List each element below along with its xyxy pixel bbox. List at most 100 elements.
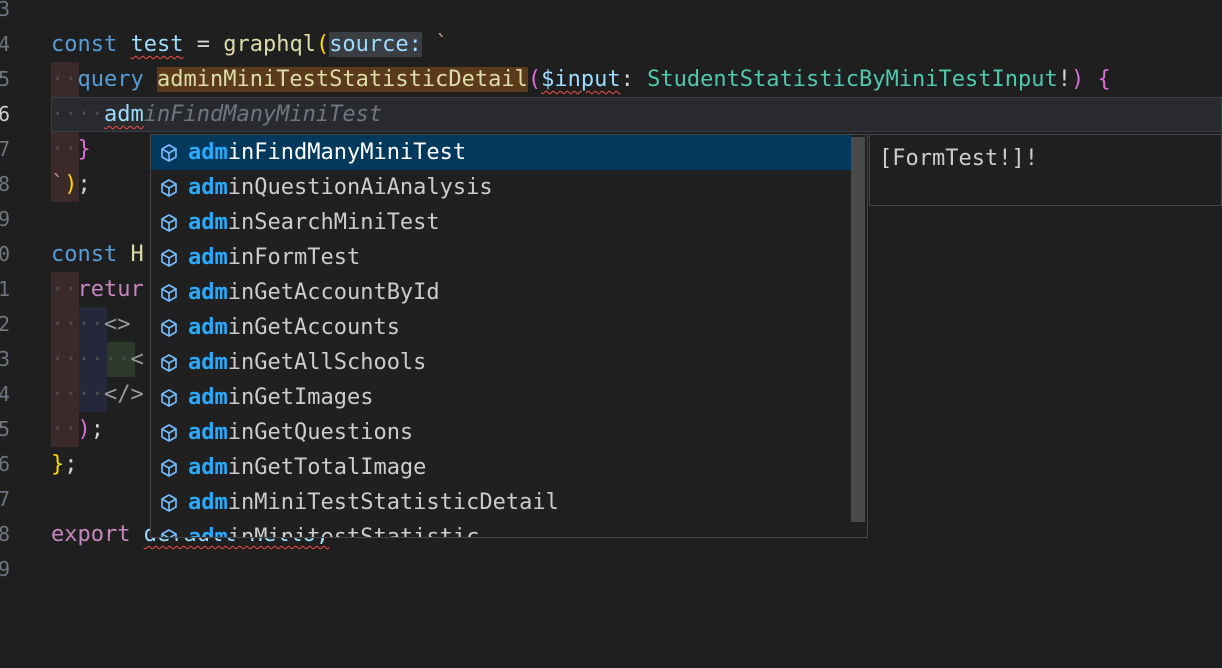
suggest-item-rest: inSearchMiniTest (227, 210, 440, 235)
symbol-field-cube-icon (161, 459, 177, 477)
code-line[interactable]: ··retur (51, 272, 144, 307)
line-number: 6 (0, 452, 10, 476)
code-line[interactable]: }; (51, 447, 78, 482)
bracket: ( (315, 32, 330, 57)
line-number: 3 (0, 347, 10, 371)
param-hint: source: (329, 32, 422, 57)
suggest-item[interactable]: adminGetAccounts (151, 310, 851, 345)
suggest-item-label: adminFindManyMiniTest (188, 135, 466, 170)
indent-dots: ···· (51, 102, 104, 127)
suggest-item[interactable]: adminQuestionAiAnalysis (151, 170, 851, 205)
suggest-item-label: adminMiniTestStatisticDetail (188, 485, 559, 520)
line-number: 8 (0, 522, 10, 546)
suggest-item[interactable]: adminGetImages (151, 380, 851, 415)
symbol-field-cube-icon (161, 529, 177, 537)
match-prefix: adm (188, 315, 228, 340)
line-number: 5 (0, 67, 10, 91)
code-line[interactable]: const test = graphql(source: ` (51, 27, 448, 62)
keyword: export (51, 522, 131, 547)
suggest-item-rest: inGetImages (227, 385, 374, 410)
suggest-item[interactable]: adminGetAllSchools (151, 345, 851, 380)
semicolon: ; (90, 417, 104, 442)
suggest-item-rest: inFindManyMiniTest (227, 140, 467, 165)
suggest-item-rest: inGetQuestions (227, 420, 414, 445)
code-line[interactable]: const H (51, 237, 144, 272)
template-tick: ` (435, 32, 449, 57)
ghost-completion: inFindManyMiniTest (143, 102, 383, 127)
colon: : (620, 67, 634, 92)
suggest-item[interactable]: adminSearchMiniTest (151, 205, 851, 240)
template-tick: ` (51, 172, 65, 197)
suggest-details-type: [FormTest!]! (879, 146, 1038, 171)
suggest-item-label: adminQuestionAiAnalysis (188, 170, 493, 205)
bracket: ) (77, 417, 91, 442)
suggest-item-rest: inQuestionAiAnalysis (227, 175, 493, 200)
suggest-item-label: adminGetTotalImage (188, 450, 426, 485)
suggest-item[interactable]: adminGetTotalImage (151, 450, 851, 485)
symbol-field-cube-icon (161, 144, 177, 162)
bracket: ( (527, 67, 542, 92)
code-line[interactable]: ··); (51, 412, 104, 447)
line-number: 4 (0, 382, 10, 406)
indent-dots: ·· (51, 67, 78, 92)
line-number: 1 (0, 277, 10, 301)
keyword: retur (77, 277, 144, 302)
bracket: ) (1070, 67, 1085, 92)
code-line[interactable]: ······< (51, 342, 144, 377)
match-prefix: adm (188, 210, 228, 235)
suggest-item-label: adminGetAllSchools (188, 345, 426, 380)
suggest-item-label: adminGetQuestions (188, 415, 413, 450)
symbol-field-cube-icon (161, 284, 177, 302)
brace: } (51, 452, 65, 477)
keyword: query (77, 67, 144, 92)
match-prefix: adm (188, 385, 228, 410)
suggest-item[interactable]: adminMiniTestStatisticDetail (151, 485, 851, 520)
line-number: 2 (0, 312, 10, 336)
line-number: 3 (0, 0, 10, 21)
indent-dots: ···· (51, 382, 104, 407)
indent-dots: ·· (51, 277, 78, 302)
match-prefix: adm (188, 245, 228, 270)
indent-dots: ·· (51, 137, 78, 162)
operator: = (196, 32, 210, 57)
suggest-item-rest: inGetAccounts (227, 315, 400, 340)
code-line[interactable]: ··} (51, 132, 91, 167)
suggest-item[interactable]: adminFormTest (151, 240, 851, 275)
autocomplete-suggest-widget[interactable]: adminFindManyMiniTest adminQuestionAiAna… (150, 134, 868, 538)
symbol-field-cube-icon (161, 494, 177, 512)
semicolon: ; (64, 452, 78, 477)
keyword: const (51, 32, 118, 57)
code-line[interactable]: ····<> (51, 307, 130, 342)
line-number: 7 (0, 137, 10, 161)
code-line[interactable]: `); (51, 167, 91, 202)
keyword: const (51, 242, 118, 267)
line-number: 0 (0, 242, 10, 266)
code-line-active[interactable]: ····adminFindManyMiniTest (51, 97, 382, 132)
suggest-item[interactable]: adminGetAccountById (151, 275, 851, 310)
symbol-field-cube-icon (161, 179, 177, 197)
code-line[interactable]: ··query adminMiniTestStatisticDetail($in… (51, 62, 1111, 97)
suggest-item[interactable]: adminFindManyMiniTest (151, 135, 851, 170)
suggest-item-label: adminMinitestStatistic (188, 520, 480, 538)
suggest-item-label: adminGetAccounts (188, 310, 400, 345)
symbol-field-cube-icon (161, 214, 177, 232)
line-number: 7 (0, 487, 10, 511)
indent-dots: ···· (51, 312, 104, 337)
suggest-scrollbar[interactable] (851, 137, 865, 522)
code-editor[interactable]: 3 4 5 6 7 8 9 0 1 2 3 4 5 6 7 8 9 const … (0, 0, 1222, 668)
semicolon: ; (77, 172, 91, 197)
suggest-item[interactable]: adminGetQuestions (151, 415, 851, 450)
suggest-item-rest: inMiniTestStatisticDetail (227, 490, 559, 515)
suggest-item-rest: inFormTest (227, 245, 361, 270)
symbol-field-cube-icon (161, 249, 177, 267)
suggest-item-rest: inGetAccountById (227, 280, 440, 305)
suggest-item-label: adminSearchMiniTest (188, 205, 440, 240)
suggest-item[interactable]: adminMinitestStatistic (151, 520, 851, 538)
line-number: 9 (0, 557, 10, 581)
suggest-item-rest: inMinitestStatistic (227, 525, 480, 538)
code-line[interactable]: ····</> (51, 377, 144, 412)
line-number-gutter: 3 4 5 6 7 8 9 0 1 2 3 4 5 6 7 8 9 (0, 0, 14, 668)
suggest-item-label: adminGetImages (188, 380, 373, 415)
typed-text: adm (103, 102, 144, 127)
symbol-field-cube-icon (161, 424, 177, 442)
